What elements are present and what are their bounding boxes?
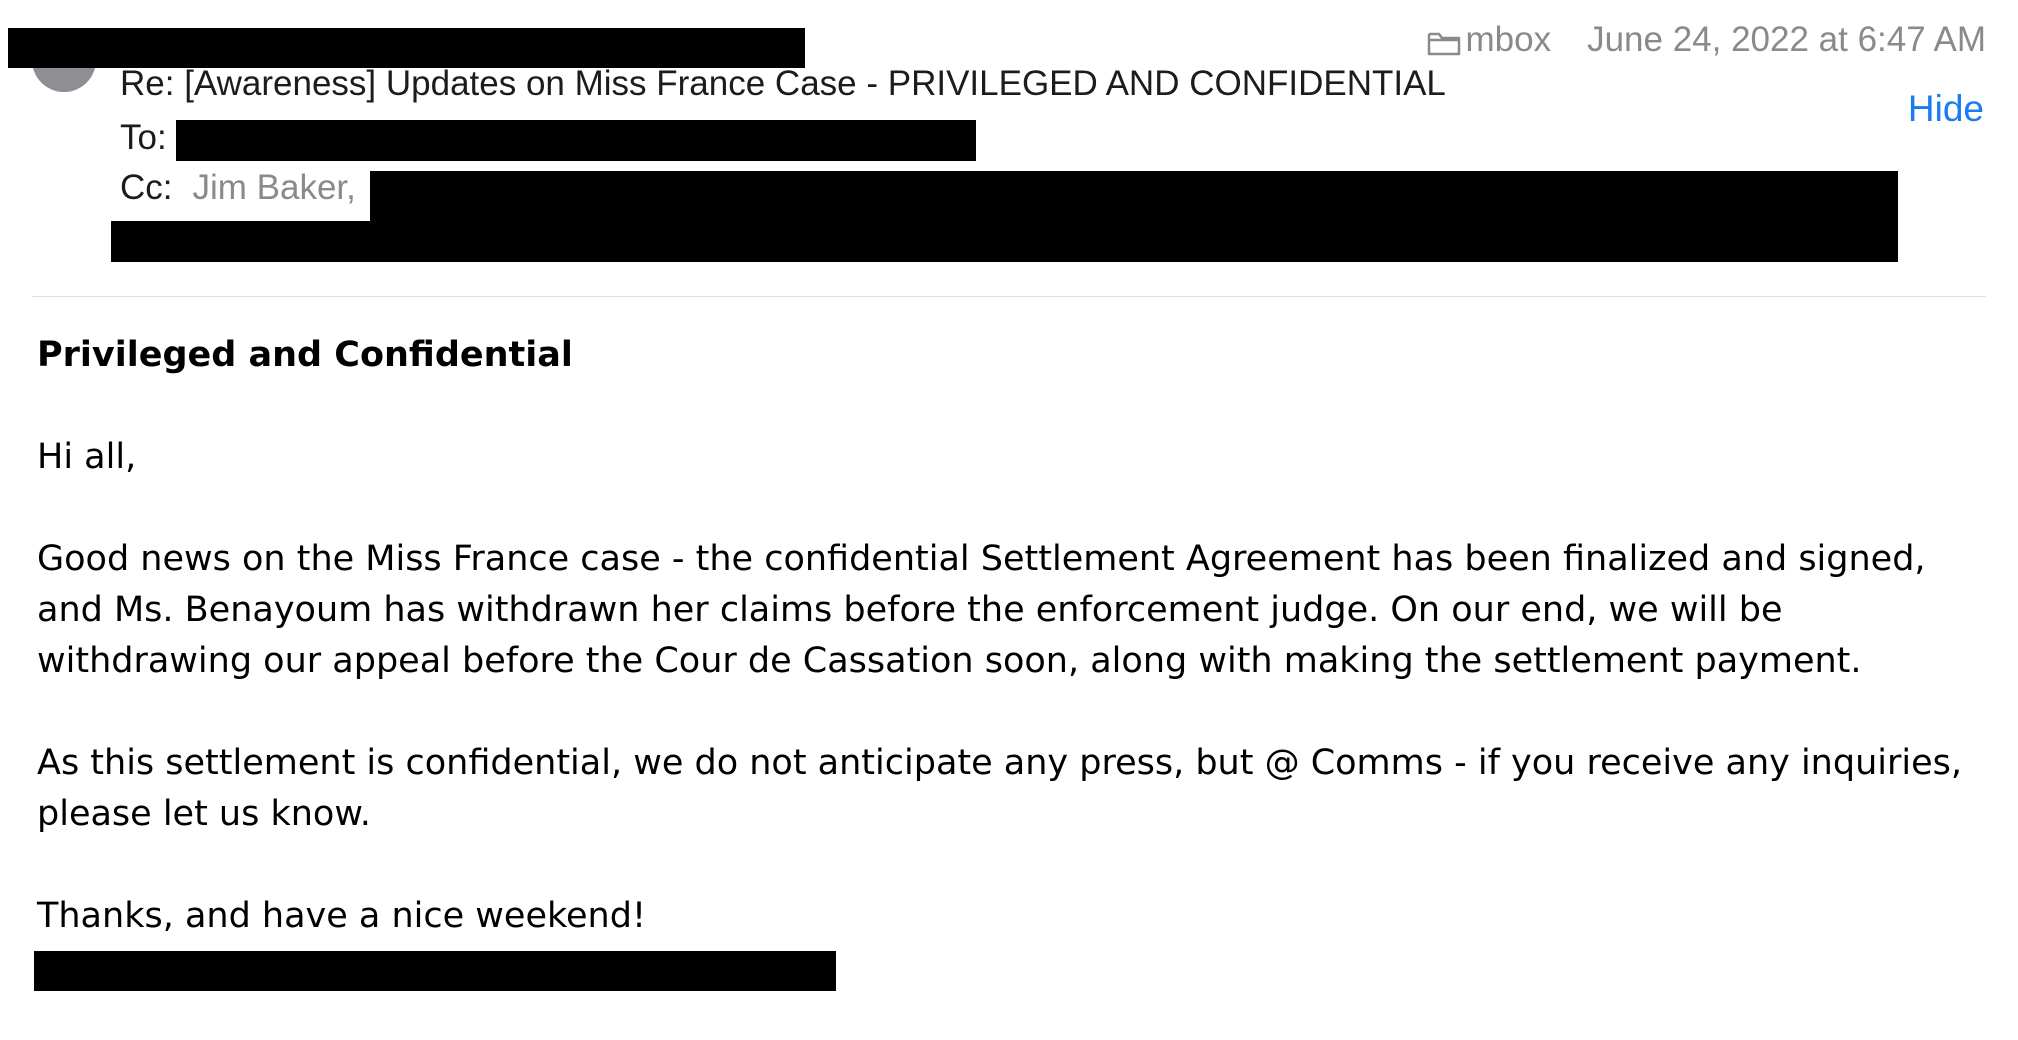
cc-label: Cc: — [120, 168, 173, 207]
mailbox-label: mbox — [1465, 20, 1552, 59]
to-label: To: — [120, 118, 167, 157]
mailbox-indicator[interactable]: mbox — [1427, 20, 1551, 60]
body-greeting: Hi all, — [37, 437, 137, 477]
signature-redaction — [34, 951, 836, 991]
message-subject: Re: [Awareness] Updates on Miss France C… — [120, 64, 1446, 103]
to-row: To: — [120, 118, 167, 158]
body-heading: Privileged and Confidential — [37, 335, 573, 375]
body-paragraph-2: As this settlement is confidential, we d… — [37, 743, 1962, 834]
cc-recipient-name[interactable]: Jim Baker, — [193, 168, 356, 208]
cc-redaction-line1 — [370, 171, 1898, 223]
body-closing: Thanks, and have a nice weekend! — [37, 896, 646, 936]
hide-details-link[interactable]: Hide — [1908, 88, 1984, 130]
message-body: Privileged and Confidential Hi all, Good… — [37, 330, 1997, 942]
body-paragraph-1: Good news on the Miss France case - the … — [37, 539, 1926, 681]
folder-icon — [1427, 26, 1461, 56]
message-header: mbox June 24, 2022 at 6:47 AM Re: [Aware… — [0, 0, 2018, 300]
message-date: June 24, 2022 at 6:47 AM — [1587, 20, 1986, 59]
sender-redaction — [8, 28, 805, 68]
cc-row: Cc: Jim Baker, — [120, 168, 356, 208]
header-divider — [32, 296, 1986, 297]
cc-redaction-line2 — [111, 221, 1898, 262]
message-meta: mbox June 24, 2022 at 6:47 AM — [1427, 20, 1986, 60]
to-redaction — [176, 120, 976, 161]
